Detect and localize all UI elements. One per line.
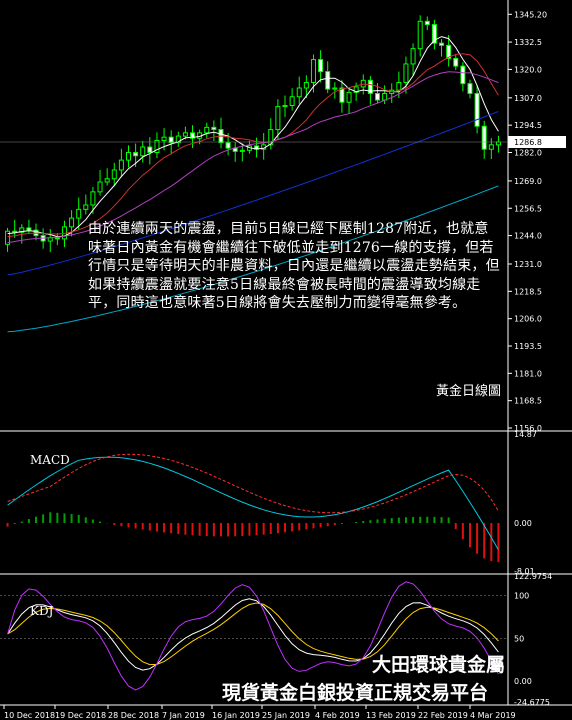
price-tick-label: 1269.0 xyxy=(514,177,542,186)
candle-body xyxy=(76,208,82,219)
candle-body xyxy=(375,92,380,101)
price-tick-label: 1231.0 xyxy=(514,260,542,269)
ma-line-ma20 xyxy=(7,71,499,244)
candle-body xyxy=(424,20,430,26)
macd-signal-line xyxy=(7,453,499,514)
time-tick-label: 10 Dec 2018 xyxy=(4,711,55,720)
price-chart: 1345.20 1332.5 1320.0 1307.0 1294.5 1282.0 126… xyxy=(0,0,572,720)
candle-body xyxy=(303,82,309,89)
price-tick-label: 1345.20 xyxy=(514,10,547,19)
price-tick-label: 1193.5 xyxy=(514,342,542,351)
time-tick-label: 4 Mar 2019 xyxy=(470,711,516,720)
price-tick-label: 1256.5 xyxy=(514,204,542,213)
candle-body xyxy=(289,96,295,106)
price-tick-label: 1320.0 xyxy=(514,65,542,74)
time-tick-label: 13 Feb 2019 xyxy=(366,711,416,720)
candle-body xyxy=(111,169,117,180)
price-tick-label: 1206.0 xyxy=(514,315,542,324)
candle-body xyxy=(225,142,231,149)
candle-body xyxy=(161,136,167,141)
kdj-tick-label: 0.00 xyxy=(514,677,532,686)
candle-body xyxy=(211,126,217,131)
analysis-text: 由於連續兩天的震盪，目前5日線已經下壓制1287附近，也就意味著日內黃金有機會繼… xyxy=(88,221,500,311)
macd-tick-label: 14.87 xyxy=(514,430,537,439)
candle-body xyxy=(403,63,409,84)
kdj-tick-label: -24.6775 xyxy=(514,698,550,707)
candle-body xyxy=(47,237,53,242)
price-tick-label: 1168.5 xyxy=(514,397,542,406)
candle-body xyxy=(310,59,316,84)
candle-body xyxy=(97,181,103,193)
candle-body xyxy=(104,178,110,183)
time-tick-label: 25 Jan 2019 xyxy=(262,711,310,720)
time-tick-label: 22 Feb 2019 xyxy=(418,711,468,720)
candle-body xyxy=(90,191,96,206)
time-tick-label: 16 Jan 2019 xyxy=(212,711,260,720)
candle-body xyxy=(204,126,210,134)
candle-body xyxy=(140,146,146,157)
candle-body xyxy=(460,65,466,85)
price-tick-label: 1244.0 xyxy=(514,232,542,241)
candle-body xyxy=(332,87,338,90)
candle-body xyxy=(239,149,245,152)
current-price-label: 1286.8 xyxy=(514,138,542,147)
price-tick-label: 1181.0 xyxy=(514,369,542,378)
brand-slogan: 現貨黃金白銀投資正規交易平台 xyxy=(222,682,489,704)
candle-body xyxy=(83,204,89,210)
candle-body xyxy=(275,106,281,131)
price-tick-label: 1332.5 xyxy=(514,38,542,47)
kdj-label: KDJ xyxy=(30,604,54,618)
candle-body xyxy=(417,20,423,50)
candle-body xyxy=(318,59,324,73)
candle-body xyxy=(54,237,60,240)
kdj-tick-label: 100 xyxy=(514,592,529,601)
candle-body xyxy=(147,146,153,153)
candle-body xyxy=(495,141,501,146)
candle-body xyxy=(488,144,494,150)
time-tick-label: 7 Jan 2019 xyxy=(162,711,205,720)
candle-body xyxy=(133,151,139,157)
candle-body xyxy=(481,125,487,150)
candle-body xyxy=(453,57,459,67)
candle-body xyxy=(346,91,352,103)
price-tick-label: 1218.5 xyxy=(514,287,542,296)
price-tick-label: 1307.0 xyxy=(514,94,542,103)
candle-body xyxy=(296,87,302,98)
time-tick-label: 19 Dec 2018 xyxy=(55,711,106,720)
candle-body xyxy=(118,159,124,171)
brand-name: 大田環球貴金屬 xyxy=(372,654,506,676)
macd-tick-label: 0.00 xyxy=(514,519,532,528)
price-tick-label: 1294.5 xyxy=(514,121,542,130)
candle-body xyxy=(182,132,188,137)
candle-body xyxy=(69,217,75,228)
candle-body xyxy=(467,83,473,94)
candle-body xyxy=(26,227,32,231)
time-tick-label: 28 Dec 2018 xyxy=(108,711,159,720)
candle-body xyxy=(382,92,388,101)
candle-body xyxy=(282,104,288,108)
ma-line-ma10 xyxy=(7,53,499,238)
kdj-tick-label: 122.9754 xyxy=(514,572,552,581)
candle-body xyxy=(439,42,445,46)
ma-line-ma5 xyxy=(7,36,499,238)
candle-body xyxy=(325,71,331,90)
chart-caption: 黃金日線圖 xyxy=(436,384,502,399)
candle-body xyxy=(410,48,416,65)
price-tick-label: 1282.0 xyxy=(514,148,542,157)
candle-body xyxy=(396,82,402,91)
candle-body xyxy=(339,87,345,103)
macd-line xyxy=(7,456,499,551)
candle-body xyxy=(126,151,131,161)
kdj-tick-label: 50 xyxy=(514,634,524,643)
candle-body xyxy=(474,92,480,127)
time-tick-label: 4 Feb 2019 xyxy=(315,711,360,720)
macd-label: MACD xyxy=(30,453,70,467)
